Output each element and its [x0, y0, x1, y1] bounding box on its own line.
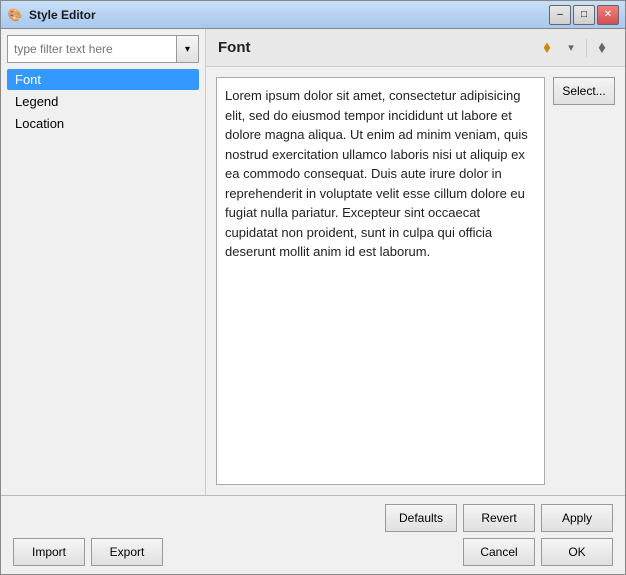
maximize-button[interactable]: □	[573, 5, 595, 25]
window-icon: 🎨	[7, 7, 23, 23]
export-button[interactable]: Export	[91, 538, 163, 566]
right-panel: Font ⬧ ▾ ⬧ Lorem ipsum dolor sit amet, c…	[206, 29, 625, 495]
bottom-row-top: Defaults Revert Apply	[13, 504, 613, 532]
tree-item-font[interactable]: Font	[7, 69, 199, 90]
bottom-row-bottom: Import Export Cancel OK	[13, 538, 613, 566]
title-bar-buttons: – □ ✕	[549, 5, 619, 25]
toolbar-separator	[586, 39, 587, 57]
filter-row: ▾	[7, 35, 199, 63]
select-button[interactable]: Select...	[553, 77, 615, 105]
toolbar-icons: ⬧ ▾ ⬧	[536, 37, 613, 59]
bottom-right-buttons: Cancel OK	[463, 538, 613, 566]
apply-button[interactable]: Apply	[541, 504, 613, 532]
panel-title: Font	[218, 39, 250, 56]
cancel-button[interactable]: Cancel	[463, 538, 535, 566]
right-header: Font ⬧ ▾ ⬧	[206, 29, 625, 67]
title-bar: 🎨 Style Editor – □ ✕	[1, 1, 625, 29]
font-preview-area: Lorem ipsum dolor sit amet, consectetur …	[206, 67, 625, 495]
bottom-bar: Defaults Revert Apply Import Export Canc…	[1, 495, 625, 574]
revert-button[interactable]: Revert	[463, 504, 535, 532]
left-panel: ▾ Font Legend Location	[1, 29, 206, 495]
main-content: ▾ Font Legend Location Font ⬧ ▾	[1, 29, 625, 495]
bottom-left-buttons: Import Export	[13, 538, 163, 566]
back-button[interactable]: ⬧	[536, 37, 558, 59]
import-button[interactable]: Import	[13, 538, 85, 566]
close-button[interactable]: ✕	[597, 5, 619, 25]
ok-button[interactable]: OK	[541, 538, 613, 566]
preview-text-box: Lorem ipsum dolor sit amet, consectetur …	[216, 77, 545, 485]
tree-item-location[interactable]: Location	[7, 113, 199, 134]
window-title: Style Editor	[29, 8, 549, 22]
filter-dropdown-button[interactable]: ▾	[177, 35, 199, 63]
minimize-button[interactable]: –	[549, 5, 571, 25]
style-editor-window: 🎨 Style Editor – □ ✕ ▾ Font Legend	[0, 0, 626, 575]
tree-list: Font Legend Location	[7, 69, 199, 134]
forward-button[interactable]: ⬧	[591, 37, 613, 59]
filter-input[interactable]	[7, 35, 177, 63]
tree-item-legend[interactable]: Legend	[7, 91, 199, 112]
dropdown-button[interactable]: ▾	[560, 37, 582, 59]
defaults-button[interactable]: Defaults	[385, 504, 457, 532]
